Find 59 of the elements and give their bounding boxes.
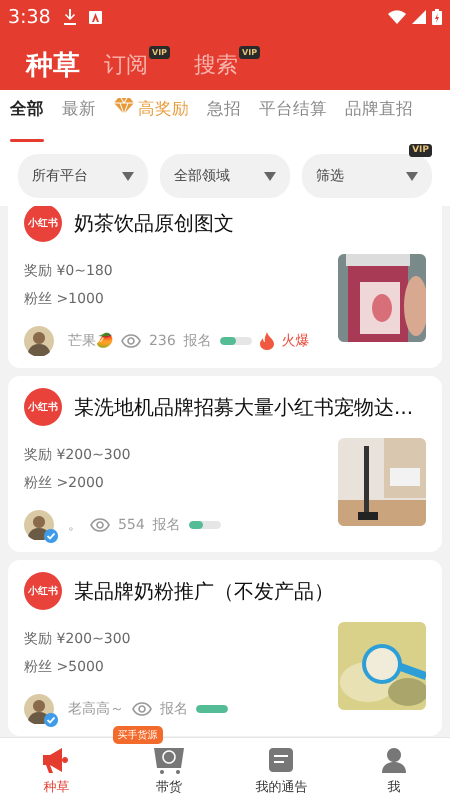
- eye-icon: [121, 334, 141, 348]
- person-icon: [380, 746, 408, 774]
- promo-tooltip: 买手货源: [112, 726, 162, 744]
- caret-icon: [122, 172, 134, 180]
- signup-label: 报名: [160, 700, 188, 718]
- signup-progress: [188, 521, 221, 529]
- view-count: 236: [149, 333, 176, 349]
- nav-tab[interactable]: 种草: [0, 738, 112, 800]
- view-count: 554: [118, 517, 145, 533]
- fans-text: 粉丝 >1000: [24, 290, 105, 308]
- caret-icon: [264, 172, 276, 180]
- task-card[interactable]: 小红书 某洗地机品牌招募大量小红书宠物达... 奖励 ¥200~300 粉丝 >2000 。 554 报名: [8, 376, 442, 552]
- task-title: 奶茶饮品原创图文: [74, 210, 234, 236]
- signup-label: 报名: [184, 332, 212, 350]
- task-title: 某品牌奶粉推广（不发产品）: [74, 578, 334, 604]
- filter-dropdown[interactable]: 全部领域: [160, 154, 290, 198]
- hot-label: 火爆: [282, 332, 310, 350]
- platform-logo: 小红书: [24, 388, 62, 426]
- reward-text: 奖励 ¥200~300: [24, 630, 132, 648]
- battery-icon: [432, 9, 442, 25]
- platform-logo: 小红书: [24, 572, 62, 610]
- author-name: 老高高～: [68, 700, 124, 718]
- category-tab[interactable]: 平台结算: [259, 98, 327, 142]
- download-icon: [62, 9, 77, 25]
- category-tab[interactable]: 品牌直招: [345, 98, 413, 142]
- nav-tab[interactable]: 我的通告: [225, 738, 338, 800]
- header-tab[interactable]: 种草: [26, 47, 80, 83]
- filter-dropdown[interactable]: 所有平台: [18, 154, 148, 198]
- author-name: 。: [68, 516, 82, 534]
- wifi-icon: [388, 10, 406, 24]
- category-tab[interactable]: 急招: [207, 98, 241, 142]
- nav-tab[interactable]: 我: [338, 738, 450, 800]
- task-card[interactable]: 小红书 奶茶饮品原创图文 奖励 ¥0~180 粉丝 >1000 芒果🥭 236 报名 火爆: [8, 206, 442, 368]
- vip-badge: VIP: [409, 144, 432, 157]
- eye-icon: [132, 702, 152, 716]
- signup-label: 报名: [152, 516, 181, 534]
- signup-progress: [220, 337, 252, 345]
- vip-badge: VIP: [149, 46, 170, 59]
- signup-progress: [196, 705, 228, 713]
- task-title: 某洗地机品牌招募大量小红书宠物达...: [74, 394, 414, 420]
- text-icon: [88, 10, 102, 24]
- reward-text: 奖励 ¥200~300: [24, 446, 132, 464]
- vip-badge: VIP: [239, 46, 260, 59]
- author-name: 芒果🥭: [68, 332, 113, 350]
- signal-icon: [412, 10, 426, 24]
- platform-logo: 小红书: [24, 206, 62, 242]
- diamond-icon: [114, 98, 134, 114]
- category-tab[interactable]: 最新: [62, 98, 96, 142]
- reward-text: 奖励 ¥0~180: [24, 262, 114, 280]
- filter-dropdown[interactable]: 筛选: [302, 154, 432, 198]
- category-tab[interactable]: 全部: [10, 98, 44, 142]
- flame-icon: [260, 332, 274, 350]
- fans-text: 粉丝 >2000: [24, 474, 105, 492]
- caret-icon: [406, 172, 418, 180]
- fans-text: 粉丝 >5000: [24, 658, 105, 676]
- document-icon: [267, 746, 296, 774]
- cart-icon: [152, 746, 185, 774]
- status-time: 3:38: [8, 6, 51, 28]
- eye-icon: [90, 518, 110, 532]
